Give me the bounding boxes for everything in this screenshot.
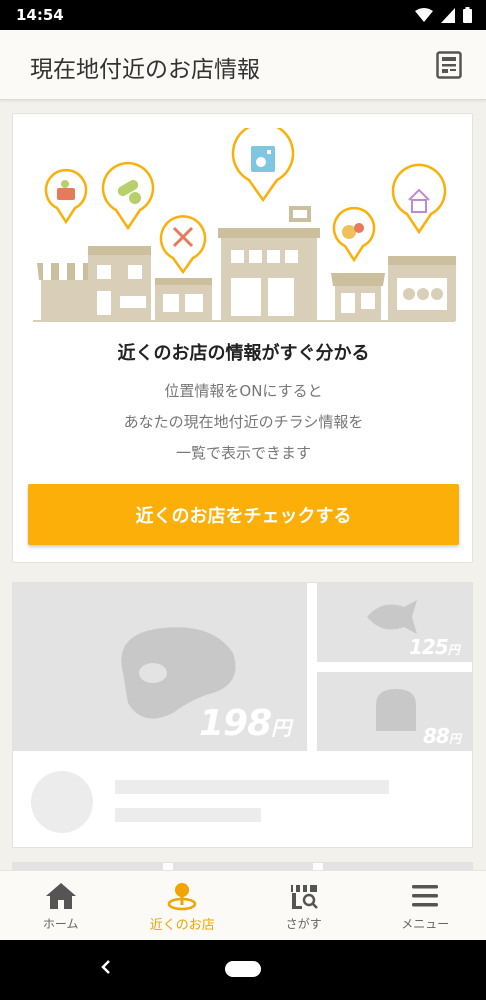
app-bar: 現在地付近のお店情報 xyxy=(0,30,486,100)
flyer-placeholder-image: 198円 xyxy=(13,583,307,751)
newspaper-icon[interactable] xyxy=(436,51,462,79)
flyer-placeholder-image: 88円 xyxy=(317,672,472,751)
placeholder-price-small: 88円 xyxy=(423,724,461,748)
hero-description-line: あなたの現在地付近のチラシ情報を xyxy=(123,413,364,431)
store-search-icon xyxy=(290,885,318,909)
nav-item-menu[interactable]: メニュー xyxy=(365,871,486,940)
status-icons xyxy=(415,7,472,23)
page-title: 現在地付近のお店情報 xyxy=(30,57,260,83)
location-pin-icon xyxy=(168,883,197,911)
flyer-placeholder-image: 125円 xyxy=(317,583,472,662)
nav-label: メニュー xyxy=(401,917,450,931)
nav-label: 近くのお店 xyxy=(149,918,215,933)
signal-icon xyxy=(441,7,455,23)
storefront-illustration xyxy=(33,128,456,322)
hero-description: 位置情報をONにすると あなたの現在地付近のチラシ情報を 一覧で表示できます xyxy=(13,376,474,469)
home-pill[interactable] xyxy=(225,961,261,977)
bread-icon xyxy=(376,689,416,731)
nav-item-home[interactable]: ホーム xyxy=(0,871,122,940)
hero-description-line: 位置情報をONにすると xyxy=(164,382,323,400)
back-icon[interactable] xyxy=(98,956,114,978)
check-nearby-stores-button[interactable]: 近くのお店をチェックする xyxy=(28,484,459,545)
wifi-icon xyxy=(415,7,433,22)
home-icon xyxy=(45,883,76,909)
text-placeholder xyxy=(115,780,389,794)
text-placeholder xyxy=(115,808,261,822)
hero-description-line: 一覧で表示できます xyxy=(175,444,311,462)
status-time: 14:54 xyxy=(16,6,64,24)
system-navigation-bar xyxy=(0,940,486,1000)
status-bar: 14:54 xyxy=(0,0,486,30)
nav-label: さがす xyxy=(285,917,322,931)
fish-icon xyxy=(367,600,417,634)
bottom-navigation: ホーム 近くのお店 さがす メニュー xyxy=(0,870,486,940)
nav-item-nearby-stores[interactable]: 近くのお店 xyxy=(122,871,244,940)
nav-item-search[interactable]: さがす xyxy=(243,871,365,940)
avatar-placeholder xyxy=(31,771,93,833)
hamburger-menu-icon xyxy=(412,885,439,907)
battery-icon xyxy=(463,7,472,23)
nav-label: ホーム xyxy=(42,917,79,931)
hero-heading: 近くのお店の情報がすぐ分かる xyxy=(117,343,370,364)
nearby-stores-card: 近くのお店の情報がすぐ分かる 位置情報をONにすると あなたの現在地付近のチラシ… xyxy=(12,113,473,563)
flyer-placeholder-card: 198円 125円 88円 xyxy=(12,582,473,848)
placeholder-price-big: 198円 xyxy=(199,703,291,744)
placeholder-price-small: 125円 xyxy=(409,635,460,659)
